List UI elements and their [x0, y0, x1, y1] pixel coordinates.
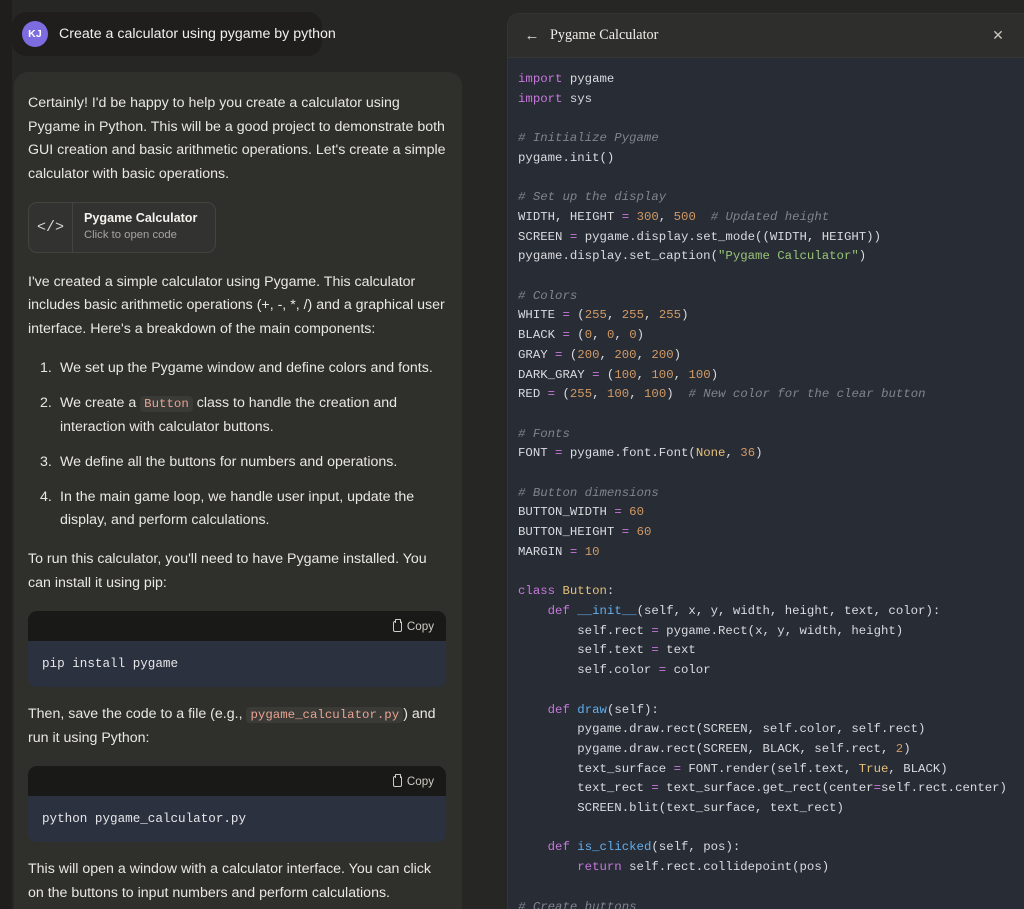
artifact-card-body: Pygame Calculator Click to open code [73, 203, 207, 251]
inline-code-filename: pygame_calculator.py [246, 707, 404, 724]
clipboard-icon [392, 774, 402, 787]
list-item: 4. In the main game loop, we handle user… [28, 486, 446, 532]
artifact-card-pygame-calculator[interactable]: </> Pygame Calculator Click to open code [28, 202, 216, 253]
list-item-number: 4. [40, 488, 52, 505]
code-block-content: pip install pygame [28, 641, 446, 688]
copy-button-label: Copy [406, 619, 434, 633]
assistant-paragraph-5: This will open a window with a calculato… [28, 861, 431, 901]
code-block-pip-install: Copy pip install pygame [28, 611, 446, 688]
copy-button[interactable]: Copy [392, 619, 434, 633]
artifact-code-panel: ← Pygame Calculator ✕ import pygame impo… [507, 13, 1024, 909]
list-item-number: 3. [40, 453, 52, 470]
clipboard-icon [392, 619, 402, 632]
copy-button-label: Copy [406, 774, 434, 788]
code-panel-title: Pygame Calculator [550, 27, 659, 43]
arrow-left-icon[interactable]: ← [520, 24, 544, 48]
chat-column: KJ Create a calculator using pygame by p… [0, 0, 480, 909]
code-panel-scroll-area[interactable]: import pygame import sys # Initialize Py… [508, 58, 1024, 909]
assistant-paragraph-3: To run this calculator, you'll need to h… [28, 551, 427, 591]
list-item-number: 1. [40, 360, 52, 377]
assistant-paragraph-4: Then, save the code to a file (e.g., pyg… [28, 703, 446, 750]
close-icon[interactable]: ✕ [986, 24, 1010, 48]
code-content: import pygame import sys # Initialize Py… [518, 72, 1007, 909]
list-item-number: 2. [40, 395, 52, 412]
inline-code-button: Button [140, 396, 193, 413]
assistant-message-card: Certainly! I'd be happy to help you crea… [14, 72, 462, 909]
app-root: KJ Create a calculator using pygame by p… [0, 0, 1024, 909]
artifact-title: Pygame Calculator [84, 211, 198, 226]
code-brackets-icon: </> [29, 203, 73, 252]
list-item-text: We set up the Pygame window and define c… [60, 360, 433, 377]
code-panel-header: ← Pygame Calculator ✕ [508, 14, 1024, 58]
code-block-header: Copy [28, 611, 446, 642]
copy-button[interactable]: Copy [392, 774, 434, 788]
artifact-subtitle: Click to open code [84, 228, 177, 241]
code-block-header: Copy [28, 766, 446, 797]
list-item-text: We create a Button class to handle the c… [60, 392, 446, 438]
code-block-run-python: Copy python pygame_calculator.py [28, 766, 446, 843]
assistant-paragraph-1: Certainly! I'd be happy to help you crea… [28, 95, 446, 182]
paragraph-4-pre: Then, save the code to a file (e.g., [28, 706, 247, 723]
list-item: 1. We set up the Pygame window and defin… [28, 357, 446, 380]
list-item-text: In the main game loop, we handle user in… [60, 488, 415, 529]
list-item-text: We define all the buttons for numbers an… [60, 453, 398, 470]
component-breakdown-list: 1. We set up the Pygame window and defin… [28, 357, 446, 532]
user-message-text: Create a calculator using pygame by pyth… [59, 25, 336, 42]
user-message-bubble: KJ Create a calculator using pygame by p… [12, 12, 336, 56]
user-message-row: KJ Create a calculator using pygame by p… [0, 0, 480, 56]
list-item: 3. We define all the buttons for numbers… [28, 451, 446, 474]
chat-scroll-container[interactable]: KJ Create a calculator using pygame by p… [0, 0, 480, 909]
avatar: KJ [22, 21, 48, 47]
list-item-text-pre: We create a [60, 395, 141, 412]
list-item: 2. We create a Button class to handle th… [28, 392, 446, 438]
code-block-content: python pygame_calculator.py [28, 796, 446, 843]
assistant-paragraph-2: I've created a simple calculator using P… [28, 273, 445, 337]
